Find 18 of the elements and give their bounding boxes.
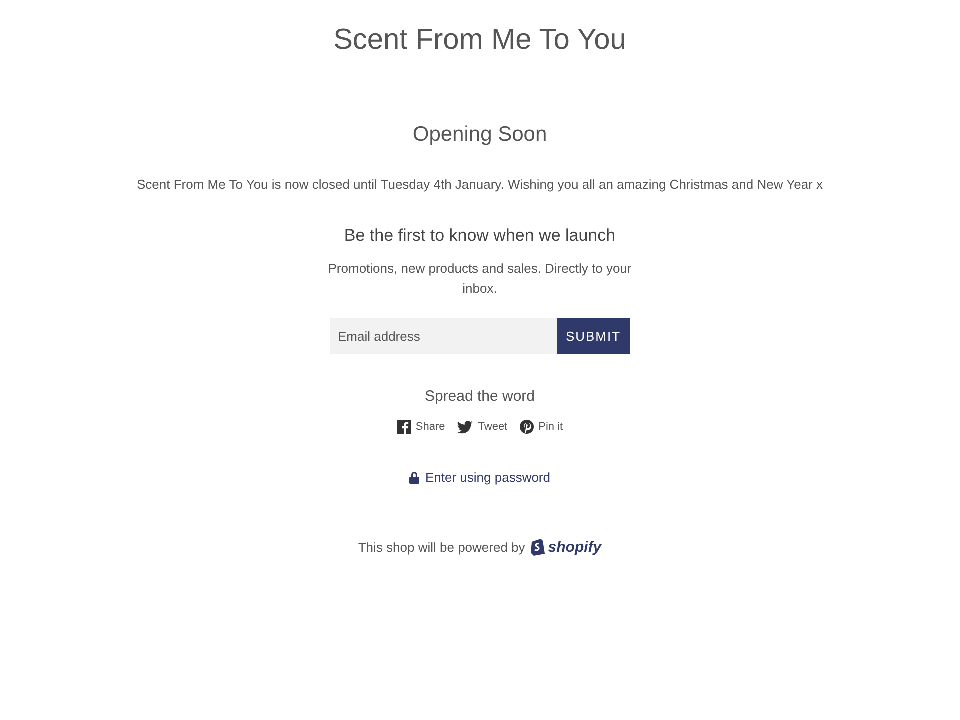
- closure-message: Scent From Me To You is now closed until Tuesday 4th January. Wishing you all an amazing Christmas and New Year x: [137, 177, 823, 192]
- facebook-icon: [396, 420, 411, 434]
- shopify-logo[interactable]: shopify: [530, 538, 602, 556]
- powered-by-text: This shop will be powered by: [358, 540, 526, 554]
- share-heading: Spread the word: [424, 388, 536, 405]
- lock-icon: [409, 471, 420, 484]
- page-heading: Opening Soon: [412, 123, 548, 147]
- share-link[interactable]: Share: [396, 420, 446, 434]
- password-link[interactable]: Enter using password: [409, 470, 550, 485]
- shop-title: Scent From Me To You: [334, 24, 626, 57]
- submit-button[interactable]: SUBMIT: [557, 318, 630, 354]
- newsletter-text: Promotions, new products and sales. Directly to your inbox.: [327, 260, 633, 298]
- email-field[interactable]: Email address: [330, 318, 557, 354]
- share-link[interactable]: Tweet: [457, 420, 508, 434]
- newsletter-heading: Be the first to know when we launch: [344, 226, 616, 246]
- bird-icon: [457, 420, 474, 434]
- pin-icon: [520, 420, 534, 434]
- share-link[interactable]: Pin it: [520, 420, 564, 434]
